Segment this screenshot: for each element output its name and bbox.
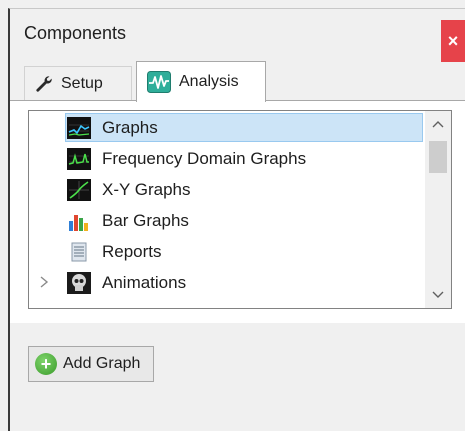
add-graph-button[interactable]: + Add Graph — [28, 346, 154, 382]
tree-scrollbar[interactable] — [425, 111, 451, 308]
analysis-content: Graphs Frequency Domain Graphs X-Y Graph… — [10, 100, 465, 323]
graph-icon — [67, 117, 91, 139]
tab-setup-label: Setup — [61, 74, 103, 92]
tree-item-label: Graphs — [102, 118, 158, 137]
add-graph-label: Add Graph — [63, 355, 141, 372]
component-tree[interactable]: Graphs Frequency Domain Graphs X-Y Graph… — [28, 110, 452, 309]
tree-item-label: Reports — [102, 242, 162, 261]
tree-item-graphs[interactable]: Graphs — [29, 113, 425, 143]
tree-item-bar-graphs[interactable]: Bar Graphs — [29, 206, 425, 236]
scroll-up-icon[interactable] — [425, 111, 451, 137]
tab-setup[interactable]: Setup — [24, 66, 132, 100]
add-plus-icon: + — [35, 353, 57, 375]
close-icon: × — [447, 30, 459, 51]
waveform-icon — [147, 71, 171, 93]
components-panel: Components × Setup Analysis Graphs Frequ… — [8, 8, 465, 431]
report-icon — [67, 241, 91, 263]
panel-header: Components — [10, 9, 465, 57]
tree-item-label: X-Y Graphs — [102, 180, 191, 199]
tree-item-label: Frequency Domain Graphs — [102, 149, 307, 168]
animation-skull-icon — [67, 272, 91, 294]
tree-item-reports[interactable]: Reports — [29, 237, 425, 267]
expand-chevron-icon[interactable] — [39, 275, 51, 291]
bar-graph-icon — [67, 210, 91, 232]
xy-graph-icon — [67, 179, 91, 201]
tree-item-frequency-domain-graphs[interactable]: Frequency Domain Graphs — [29, 144, 425, 174]
frequency-graph-icon — [67, 148, 91, 170]
tree-item-x-y-graphs[interactable]: X-Y Graphs — [29, 175, 425, 205]
tree-item-label: Animations — [102, 273, 187, 292]
tree-item-animations[interactable]: Animations — [29, 268, 425, 298]
tree-item-label: Bar Graphs — [102, 211, 189, 230]
tab-analysis[interactable]: Analysis — [136, 61, 266, 102]
panel-title: Components — [24, 23, 127, 43]
close-button[interactable]: × — [441, 20, 465, 62]
wrench-icon — [35, 75, 53, 93]
scroll-down-icon[interactable] — [425, 282, 451, 308]
tab-analysis-label: Analysis — [179, 73, 239, 90]
scrollbar-thumb[interactable] — [429, 141, 447, 173]
